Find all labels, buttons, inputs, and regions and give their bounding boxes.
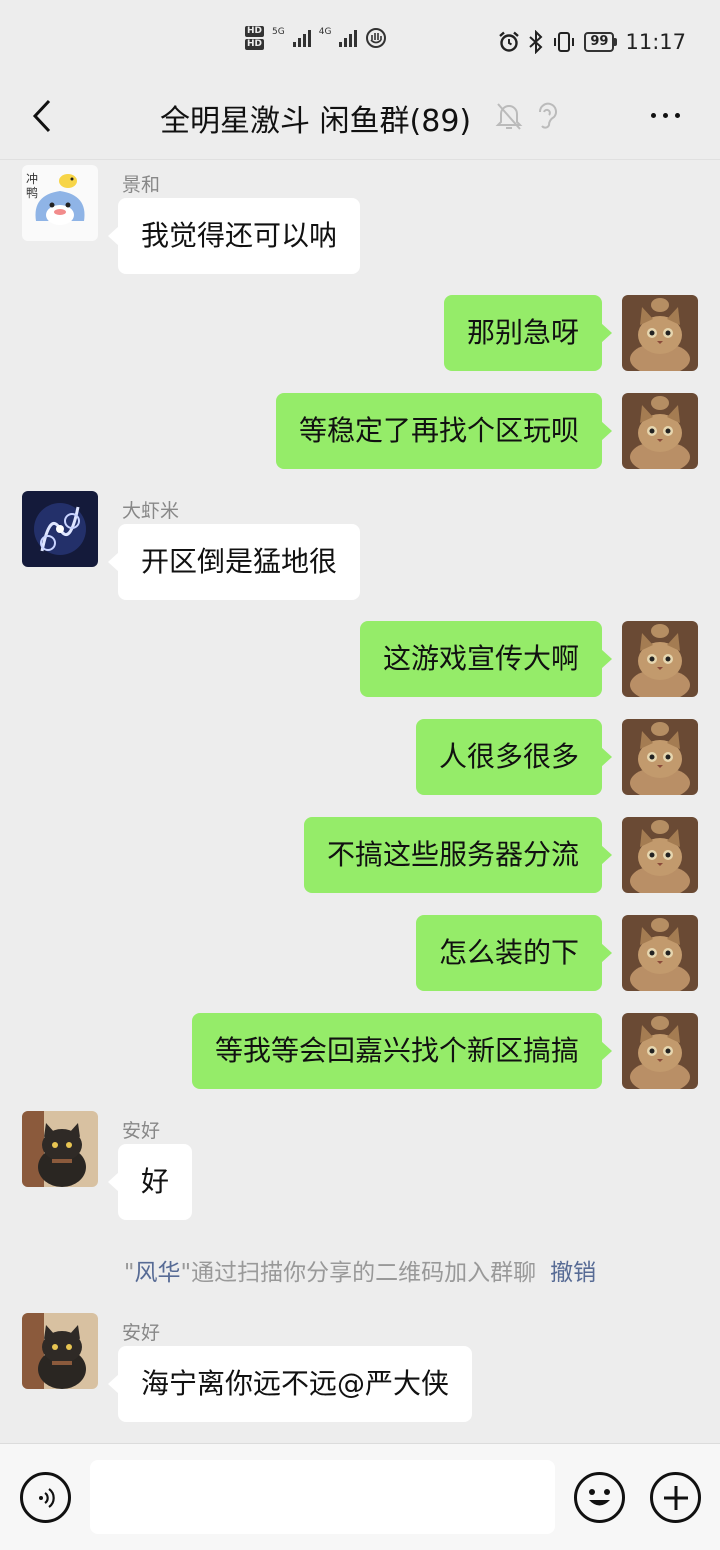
- sender-name: 大虾米: [122, 500, 180, 522]
- battery-indicator: 99: [584, 32, 618, 52]
- message-bubble[interactable]: 开区倒是猛地很: [107, 524, 361, 600]
- more-button[interactable]: [640, 100, 690, 130]
- clock: 11:17: [625, 30, 686, 54]
- avatar-me[interactable]: [622, 719, 698, 795]
- avatar-me[interactable]: [622, 295, 698, 371]
- signal-bars-icon: [339, 29, 358, 47]
- avatar-me[interactable]: [622, 621, 698, 697]
- chat-title: 全明星激斗 闲鱼群(89): [160, 104, 472, 139]
- sender-name: 景和: [122, 174, 161, 196]
- sender-name: 安好: [122, 1322, 161, 1344]
- emoji-button[interactable]: [574, 1472, 625, 1523]
- svg-text:鸭: 鸭: [26, 186, 38, 200]
- avatar-me[interactable]: [622, 915, 698, 991]
- plus-icon: [663, 1485, 688, 1510]
- message-bubble[interactable]: 不搞这些服务器分流: [303, 817, 613, 893]
- message-bubble[interactable]: 那别急呀: [443, 295, 613, 371]
- message-bubble[interactable]: 好: [107, 1144, 193, 1220]
- network-5g-label: 5G: [272, 27, 285, 37]
- status-right: 99 11:17: [498, 30, 686, 54]
- system-notice-text: 通过扫描你分享的二维码加入群聊: [191, 1260, 537, 1286]
- revoke-link[interactable]: 撤销: [550, 1260, 596, 1286]
- hand-icon: [366, 28, 387, 48]
- avatar-me[interactable]: [622, 817, 698, 893]
- more-icon: [650, 112, 656, 118]
- status-bar: HD HD 5G 4G 99 11:17: [0, 0, 720, 86]
- battery-level: 99: [584, 32, 615, 52]
- plus-button[interactable]: [650, 1472, 701, 1523]
- message-list[interactable]: 冲鸭 景和 我觉得还可以呐 那别急呀 等稳定了再找个区玩呗 大虾米 开区倒是猛地…: [0, 160, 720, 1443]
- message-bubble[interactable]: 等我等会回嘉兴找个新区搞搞: [191, 1013, 613, 1089]
- voice-icon: [38, 1487, 55, 1508]
- back-button[interactable]: [24, 98, 60, 134]
- alarm-icon: [499, 31, 520, 52]
- message-bubble[interactable]: 这游戏宣传大啊: [359, 621, 613, 697]
- voice-button[interactable]: [20, 1472, 71, 1523]
- message-bubble[interactable]: 海宁离你远不远@严大侠: [107, 1346, 473, 1422]
- avatar-daxiami[interactable]: [22, 491, 98, 567]
- vibrate-icon: [554, 32, 575, 52]
- back-arrow-icon: [32, 99, 51, 133]
- avatar-anhao[interactable]: [22, 1111, 98, 1187]
- signal-indicators: HD HD 5G 4G: [245, 26, 387, 50]
- message-bubble[interactable]: 等稳定了再找个区玩呗: [275, 393, 613, 469]
- message-bubble[interactable]: 怎么装的下: [415, 915, 613, 991]
- sender-name: 安好: [122, 1120, 161, 1142]
- hd-badge-2: HD: [245, 39, 265, 50]
- input-bar: [0, 1443, 720, 1550]
- avatar-anhao[interactable]: [22, 1313, 98, 1389]
- signal-bars-icon: [292, 29, 311, 47]
- avatar-me[interactable]: [622, 393, 698, 469]
- emoji-icon: [589, 1489, 610, 1506]
- message-bubble[interactable]: 我觉得还可以呐: [107, 198, 361, 274]
- system-member-name[interactable]: 风华: [135, 1260, 181, 1286]
- network-4g-label: 4G: [318, 27, 332, 37]
- avatar-jinghe[interactable]: 冲鸭: [22, 165, 98, 241]
- chat-header: 全明星激斗 闲鱼群(89): [0, 86, 720, 160]
- quote-close: ": [180, 1260, 192, 1286]
- hd-badge-1: HD: [245, 26, 265, 37]
- bluetooth-icon: [529, 30, 543, 54]
- avatar-me[interactable]: [622, 1013, 698, 1089]
- system-notice: "风华"通过扫描你分享的二维码加入群聊 撤销: [0, 1253, 720, 1287]
- mute-bell-icon: [495, 103, 523, 130]
- ear-icon: [538, 102, 557, 129]
- quote-open: ": [123, 1260, 135, 1286]
- message-input[interactable]: [90, 1460, 555, 1534]
- message-bubble[interactable]: 人很多很多: [415, 719, 613, 795]
- svg-text:冲: 冲: [26, 171, 38, 186]
